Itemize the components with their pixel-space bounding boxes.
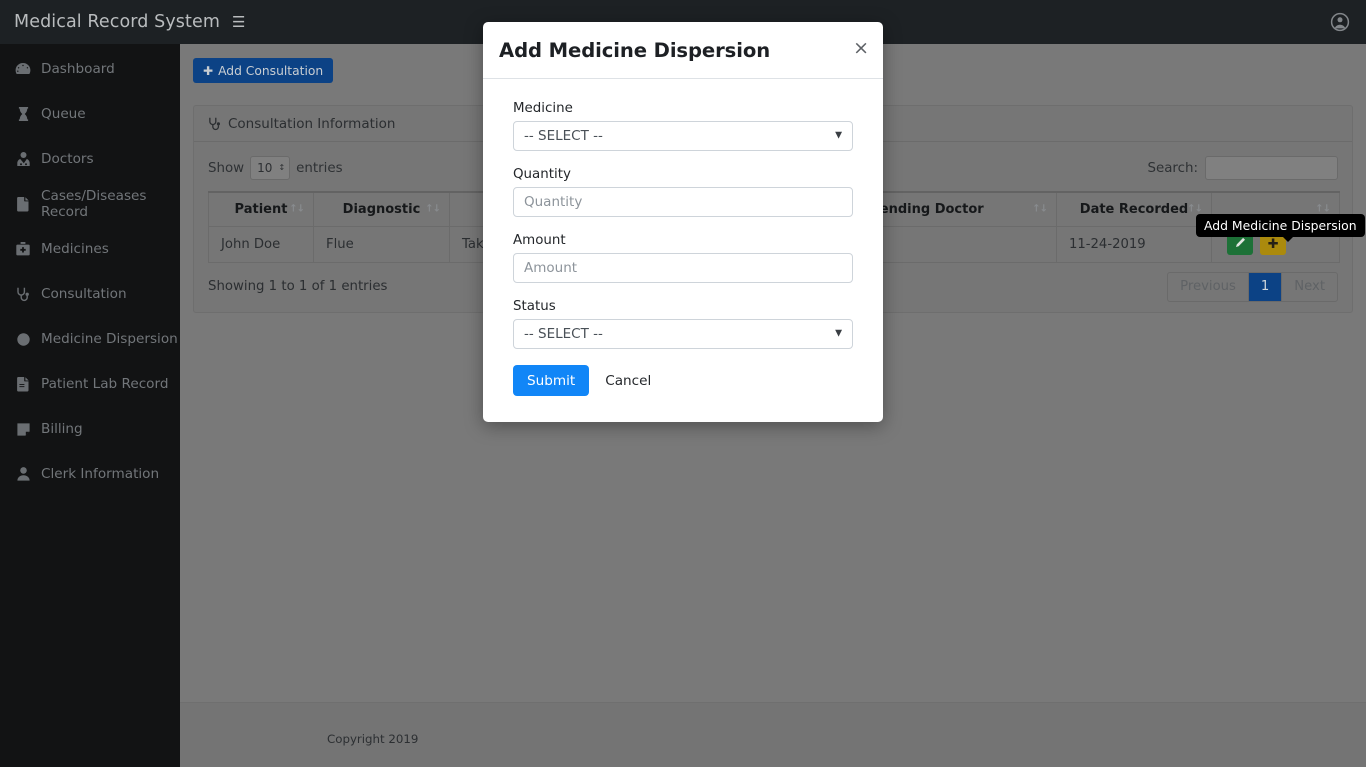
- column-label: Diagnostic: [342, 201, 421, 217]
- sort-icon: ↑↓: [289, 203, 305, 215]
- column-header-diagnostic[interactable]: Diagnostic ↑↓: [313, 191, 450, 227]
- datatable-search: Search:: [1147, 156, 1338, 180]
- pencil-icon: [1235, 237, 1246, 252]
- sidebar-item-medicines[interactable]: Medicines: [0, 234, 180, 264]
- copyright-text: Copyright 2019: [327, 732, 419, 746]
- circle-icon: [14, 331, 32, 347]
- column-header-patient[interactable]: Patient ↑↓: [208, 191, 314, 227]
- amount-input[interactable]: [513, 253, 853, 283]
- column-label: Patient: [234, 201, 288, 217]
- sidebar-item-queue[interactable]: Queue: [0, 99, 180, 129]
- add-medicine-dispersion-modal: Add Medicine Dispersion × Medicine -- SE…: [483, 22, 883, 422]
- modal-header: Add Medicine Dispersion ×: [483, 22, 883, 79]
- sidebar-item-doctors[interactable]: Doctors: [0, 144, 180, 174]
- modal-body: Medicine -- SELECT -- ▼ Quantity Amount …: [483, 79, 883, 422]
- show-label: Show: [208, 160, 245, 176]
- medicine-select[interactable]: -- SELECT --: [513, 121, 853, 151]
- tooltip-text: Add Medicine Dispersion: [1204, 218, 1357, 233]
- sidebar-item-cases-diseases-record[interactable]: Cases/Diseases Record: [0, 188, 180, 220]
- sidebar-item-label: Doctors: [41, 151, 94, 167]
- plus-icon: ✚: [203, 63, 214, 78]
- tachometer-icon: [14, 61, 32, 77]
- pagination-previous[interactable]: Previous: [1168, 272, 1249, 301]
- note-icon: [14, 421, 32, 437]
- sidebar-item-clerk-information[interactable]: Clerk Information: [0, 459, 180, 489]
- pagination: Previous 1 Next: [1167, 271, 1338, 302]
- card-title: Consultation Information: [228, 115, 396, 132]
- sidebar-item-dashboard[interactable]: Dashboard: [0, 54, 180, 84]
- app-brand-title: Medical Record System: [14, 12, 220, 32]
- sidebar-item-label: Patient Lab Record: [41, 376, 169, 392]
- entries-info: Showing 1 to 1 of 1 entries: [208, 279, 388, 294]
- sidebar-item-label: Consultation: [41, 286, 127, 302]
- sort-icon: ↑↓: [425, 203, 441, 215]
- hamburger-icon[interactable]: ☰: [232, 14, 245, 30]
- entries-label: entries: [296, 160, 343, 176]
- sidebar-item-label: Cases/Diseases Record: [41, 188, 147, 220]
- cancel-button[interactable]: Cancel: [605, 373, 651, 389]
- column-header-date-recorded[interactable]: Date Recorded ↑↓: [1056, 191, 1212, 227]
- sidebar-item-label: Medicines: [41, 241, 109, 257]
- modal-actions: Submit Cancel: [513, 365, 853, 396]
- user-icon: [14, 466, 32, 482]
- amount-label: Amount: [513, 233, 566, 248]
- cell-diagnostic: Flue: [313, 225, 450, 263]
- pagination-page-1[interactable]: 1: [1248, 272, 1283, 301]
- sidebar-item-label: Billing: [41, 421, 83, 437]
- sidebar-item-consultation[interactable]: Consultation: [0, 279, 180, 309]
- stethoscope-icon: [14, 286, 32, 302]
- status-label: Status: [513, 299, 556, 314]
- field-group-amount: Amount: [513, 233, 853, 283]
- sidebar-item-patient-lab-record[interactable]: Patient Lab Record: [0, 369, 180, 399]
- search-input[interactable]: [1205, 156, 1338, 180]
- status-select[interactable]: -- SELECT --: [513, 319, 853, 349]
- submit-button[interactable]: Submit: [513, 365, 590, 396]
- sidebar-item-medicine-dispersion[interactable]: Medicine Dispersion: [0, 324, 180, 354]
- close-icon[interactable]: ×: [853, 39, 869, 58]
- plus-icon: ✚: [1267, 236, 1279, 252]
- file-icon: [14, 196, 32, 212]
- sidebar-item-label: Medicine Dispersion: [41, 331, 178, 347]
- sidebar-item-billing[interactable]: Billing: [0, 414, 180, 444]
- search-label: Search:: [1147, 160, 1198, 176]
- briefcase-medical-icon: [14, 241, 32, 257]
- sidebar-item-label: Clerk Information: [41, 466, 160, 482]
- stethoscope-icon: [208, 117, 221, 131]
- pagination-next[interactable]: Next: [1282, 273, 1337, 301]
- modal-title: Add Medicine Dispersion: [499, 38, 771, 62]
- user-md-icon: [14, 151, 32, 167]
- file-alt-icon: [14, 376, 32, 392]
- cell-date-recorded: 11-24-2019: [1056, 225, 1212, 263]
- field-group-medicine: Medicine -- SELECT -- ▼: [513, 101, 853, 151]
- add-consultation-label: Add Consultation: [218, 63, 324, 78]
- tooltip-add-medicine-dispersion: Add Medicine Dispersion: [1196, 214, 1365, 242]
- sidebar: Dashboard Queue Doctors Cases/Diseases R…: [0, 44, 180, 767]
- medicine-label: Medicine: [513, 101, 573, 116]
- user-circle-icon[interactable]: [1330, 12, 1350, 32]
- sidebar-item-label: Queue: [41, 106, 86, 122]
- add-consultation-button[interactable]: ✚ Add Consultation: [193, 58, 334, 83]
- quantity-label: Quantity: [513, 167, 571, 182]
- field-group-status: Status -- SELECT -- ▼: [513, 299, 853, 349]
- sidebar-item-label: Dashboard: [41, 61, 115, 77]
- cell-patient: John Doe: [208, 225, 314, 263]
- entries-select[interactable]: 10: [250, 156, 291, 180]
- sort-icon: ↑↓: [1032, 203, 1048, 215]
- page-footer: Copyright 2019: [180, 702, 1366, 767]
- field-group-quantity: Quantity: [513, 167, 853, 217]
- hourglass-icon: [14, 106, 32, 122]
- column-label: Date Recorded: [1079, 201, 1189, 217]
- entries-length-control: Show 10 ↕ entries: [208, 156, 343, 180]
- quantity-input[interactable]: [513, 187, 853, 217]
